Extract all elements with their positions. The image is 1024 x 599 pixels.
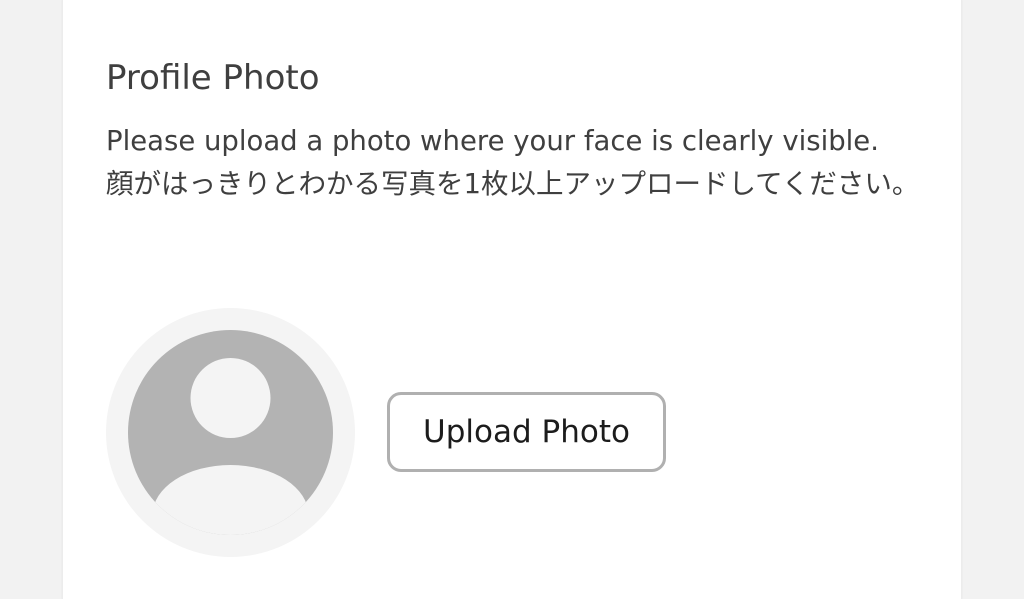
profile-photo-card: Profile Photo Please upload a photo wher… <box>62 0 962 599</box>
instructions-japanese: 顔がはっきりとわかる写真を1枚以上アップロードしてください。 <box>106 168 920 200</box>
avatar <box>106 308 355 557</box>
section-title: Profile Photo <box>106 58 320 98</box>
instructions: Please upload a photo where your face is… <box>106 120 921 206</box>
user-placeholder-icon <box>128 330 333 535</box>
upload-photo-button[interactable]: Upload Photo <box>387 392 666 472</box>
instructions-english: Please upload a photo where your face is… <box>106 125 879 157</box>
